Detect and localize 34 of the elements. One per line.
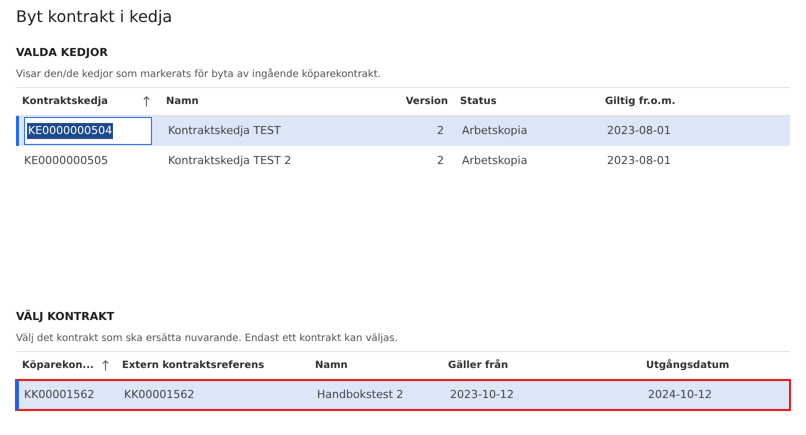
table-cell-text: Arbetskopia (462, 122, 528, 139)
column-header[interactable]: Namn (309, 354, 442, 378)
table-row[interactable]: KE0000000504 Kontraktskedja TEST 2 Arbetskopia 2023-08-01 (16, 116, 790, 146)
column-header[interactable]: Kontraktskedja (16, 90, 160, 114)
table-row[interactable]: KK00001562 KK00001562 Handbokstest 2 2023-10-12 2024-10-12 (16, 380, 790, 410)
section-heading: VALDA KEDJOR (16, 46, 109, 60)
table-cell-text: Kontraktskedja TEST 2 (168, 152, 292, 169)
section-heading: VÄLJ KONTRAKT (16, 310, 116, 324)
table-cell-text: KK00001562 (24, 386, 94, 403)
column-header[interactable]: Status (454, 90, 599, 114)
table-cell-text: 2023-08-01 (607, 122, 671, 139)
section-description: Välj det kontrakt som ska ersätta nuvarande. Endast ett kontrakt kan väljas. (16, 332, 399, 345)
sort-ascending-icon (102, 360, 109, 371)
column-header[interactable]: Version (398, 90, 454, 114)
cell-input-field[interactable]: KE0000000504 (24, 117, 152, 145)
section-description: Visar den/de kedjor som markerats för byta av ingående köparekontrakt. (16, 68, 382, 81)
page-title: Byt kontrakt i kedja (16, 6, 174, 28)
table-cell-text: KK00001562 (124, 386, 194, 403)
table-cell-text: Arbetskopia (462, 152, 528, 169)
table-cell-text: 2 (437, 152, 444, 169)
column-header[interactable]: Namn (160, 90, 398, 114)
table-cell-text: 2 (437, 122, 444, 139)
column-header[interactable]: Giltig fr.o.m. (599, 90, 789, 114)
table-cell-text: Handbokstest 2 (317, 386, 404, 403)
table-cell-text: Kontraktskedja TEST (168, 122, 281, 139)
sort-ascending-icon (143, 96, 150, 107)
column-header[interactable]: Extern kontraktsreferens (116, 354, 309, 378)
table-cell-text: 2024-10-12 (648, 386, 712, 403)
table-cell-text: 2023-10-12 (450, 386, 514, 403)
table-cell-text: 2023-08-01 (607, 152, 671, 169)
column-header[interactable]: Utgångsdatum (640, 354, 790, 378)
column-header[interactable]: Gäller från (442, 354, 640, 378)
table-cell-text: KE0000000505 (24, 152, 108, 169)
column-header[interactable]: Köparekon... (16, 354, 116, 378)
